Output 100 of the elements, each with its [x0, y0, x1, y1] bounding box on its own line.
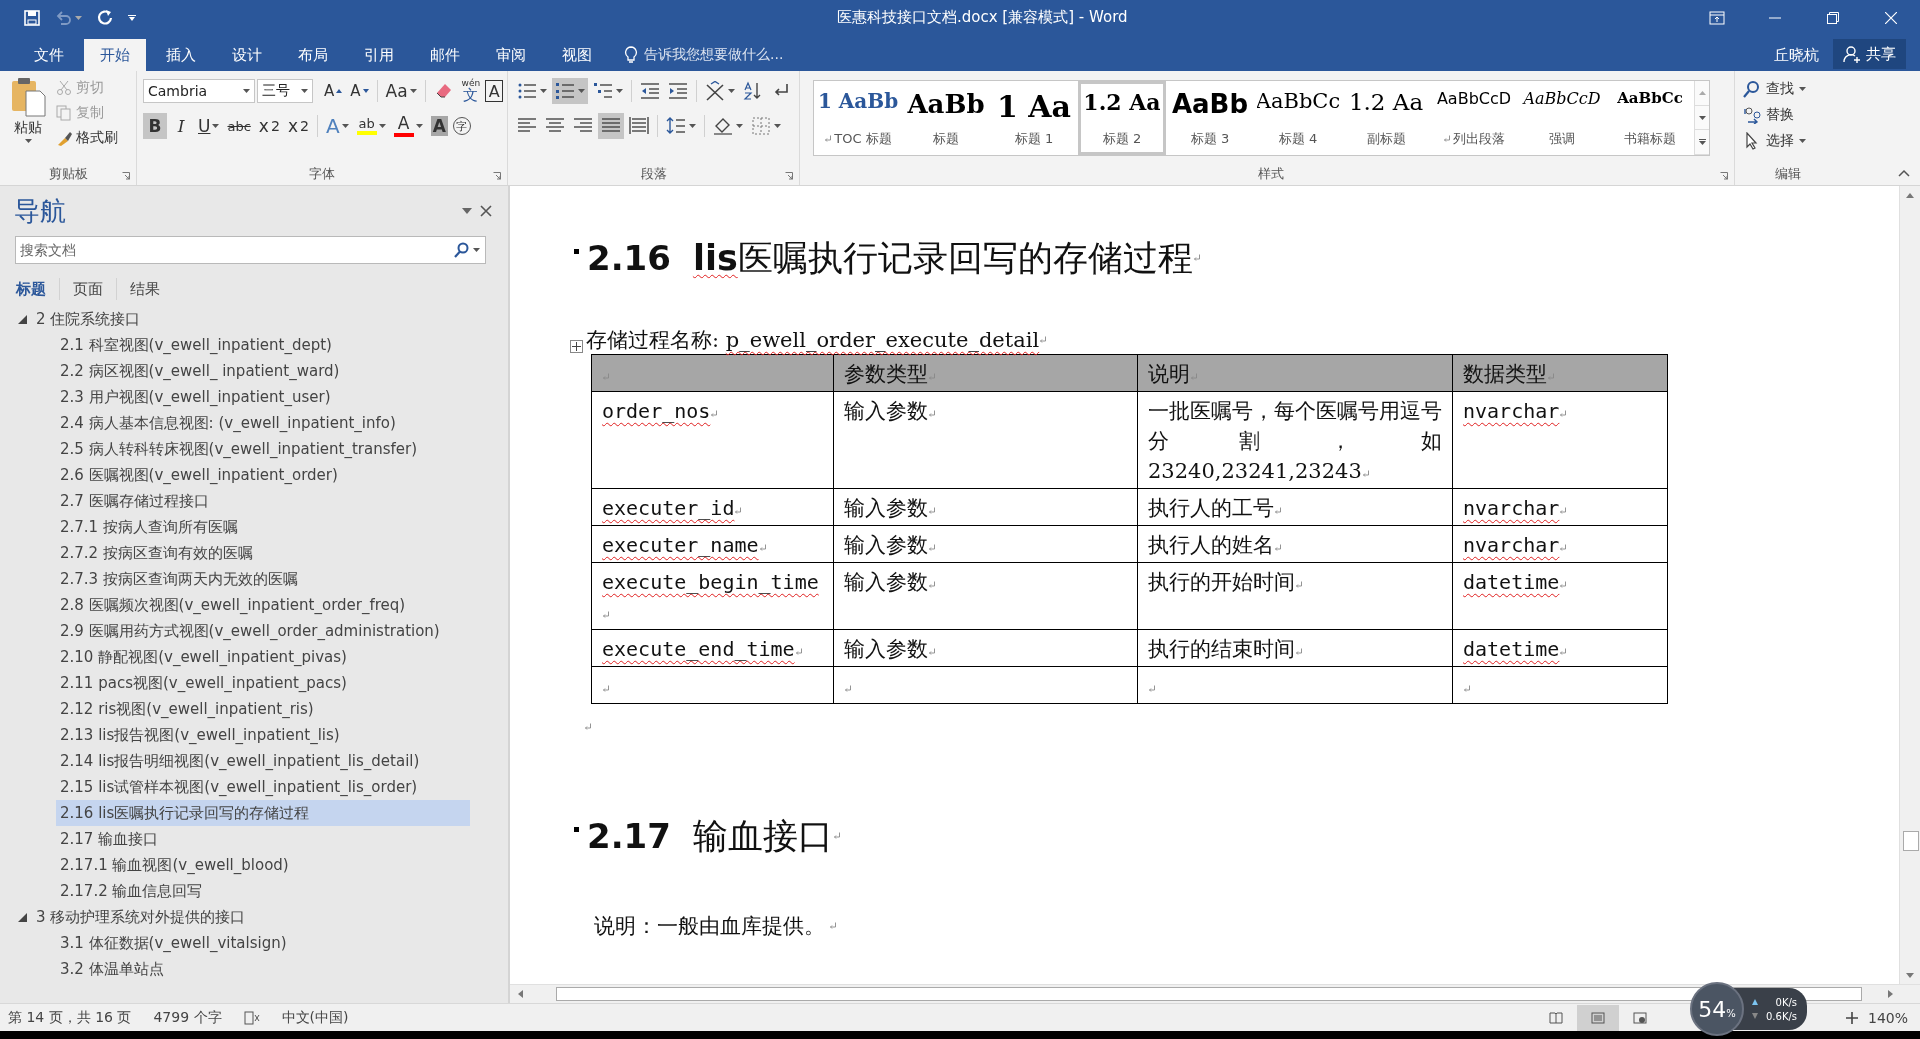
- ribbon-tab[interactable]: 邮件: [414, 39, 476, 71]
- heading-item[interactable]: 2.16 lis医嘱执行记录回写的存储过程: [56, 800, 470, 826]
- heading-item[interactable]: 2.5 病人转科转床视图(v_ewell_inpatient_transfer): [56, 436, 470, 462]
- select-button[interactable]: 选择: [1741, 129, 1808, 153]
- zoom-level[interactable]: 140%: [1867, 1009, 1908, 1026]
- ribbon-tab[interactable]: 开始: [84, 39, 146, 71]
- table-move-handle-icon[interactable]: [570, 340, 583, 353]
- heading-item[interactable]: 2.7.3 按病区查询两天内无效的医嘱: [56, 566, 470, 592]
- ribbon-tab[interactable]: 文件: [18, 39, 80, 71]
- bold-button[interactable]: B: [143, 113, 167, 139]
- caret-icon: [128, 14, 136, 21]
- heading-item[interactable]: 2.8 医嘱频次视图(v_ewell_inpatient_order_freq): [56, 592, 470, 618]
- replace-button[interactable]: 替换: [1741, 103, 1808, 127]
- heading-item[interactable]: 2.17.2 输血信息回写: [56, 878, 470, 904]
- scroll-thumb[interactable]: [1903, 831, 1919, 851]
- view-button[interactable]: [1576, 1004, 1619, 1031]
- ribbon-tab[interactable]: 设计: [216, 39, 278, 71]
- style-item[interactable]: AaBbCcD 列出段落: [1430, 81, 1518, 155]
- heading-item[interactable]: 2.15 lis试管样本视图(v_ewell_inpatient_lis_order): [56, 774, 470, 800]
- heading-item[interactable]: 2.9 医嘱用药方式视图(v_ewell_order_administration): [56, 618, 470, 644]
- heading-item[interactable]: 3.2 体温单站点: [56, 956, 470, 982]
- font-size-field[interactable]: 三号: [257, 79, 313, 103]
- heading-item[interactable]: 2.17 输血接口: [56, 826, 470, 852]
- dialog-launcher-icon[interactable]: [1720, 172, 1728, 180]
- brush-button[interactable]: 格式刷: [54, 127, 120, 149]
- dialog-launcher-icon[interactable]: [493, 172, 501, 180]
- heading-item[interactable]: 2.6 医嘱视图(v_ewell_inpatient_order): [56, 462, 470, 488]
- page-count[interactable]: 第 14 页，共 16 页: [8, 1008, 132, 1027]
- paragraph-mark-icon: [602, 611, 610, 619]
- find-button[interactable]: 查找: [1741, 77, 1808, 101]
- heading-item[interactable]: 2.2 病区视图(v_ewell_ inpatient_ward): [56, 358, 470, 384]
- save-button[interactable]: [24, 9, 40, 26]
- word-count[interactable]: 4799 个字: [153, 1008, 222, 1027]
- style-item[interactable]: 1.2 Aa 标题 2: [1078, 81, 1166, 155]
- font-name-field[interactable]: Cambria: [143, 79, 255, 103]
- heading-item[interactable]: 2 住院系统接口: [36, 306, 141, 332]
- heading-item[interactable]: 2.17.1 输血视图(v_ewell_blood): [56, 852, 470, 878]
- share-button[interactable]: 共享: [1833, 39, 1906, 69]
- pane-tab[interactable]: 标题: [14, 278, 60, 300]
- expanded-triangle-icon[interactable]: [18, 314, 27, 324]
- collapse-icon[interactable]: [1898, 169, 1910, 177]
- heading-item[interactable]: 2.1 科室视图(v_ewell_inpatient_dept): [56, 332, 470, 358]
- tell-me-field[interactable]: 告诉我您想要做什么...: [644, 46, 784, 64]
- shrink-font-button[interactable]: A: [347, 78, 372, 104]
- ribbon-tab[interactable]: 布局: [282, 39, 344, 71]
- change-case-button[interactable]: Aa: [382, 78, 420, 104]
- heading-item[interactable]: 2.14 lis报告明细视图(v_ewell_inpatient_lis_detail): [56, 748, 470, 774]
- style-item[interactable]: 1.2 Aa 副标题: [1342, 81, 1430, 155]
- phonetic-guide-button[interactable]: wén 文: [458, 78, 484, 104]
- network-widget[interactable]: 54% 0K/s 0.6K/s: [1690, 982, 1808, 1036]
- style-item[interactable]: AaBbCcD 强调: [1518, 81, 1606, 155]
- proofing-icon[interactable]: [243, 1010, 260, 1025]
- ribbon-tab[interactable]: 引用: [348, 39, 410, 71]
- heading-item[interactable]: 2.7.2 按病区查询有效的医嘱: [56, 540, 470, 566]
- language[interactable]: 中文(中国): [281, 1008, 349, 1027]
- style-item[interactable]: AaBbCc 书籍标题: [1606, 81, 1694, 155]
- ribbon-tab[interactable]: 视图: [546, 39, 608, 71]
- heading-item[interactable]: 2.12 ris视图(v_ewell_inpatient_ris): [56, 696, 470, 722]
- heading-item[interactable]: 2.7.1 按病人查询所有医嘱: [56, 514, 470, 540]
- heading-item[interactable]: 2.4 病人基本信息视图: (v_ewell_inpatient_info): [56, 410, 470, 436]
- style-item[interactable]: 1 Aa 标题 1: [990, 81, 1078, 155]
- expanded-triangle-icon[interactable]: [18, 912, 27, 922]
- repeat-button[interactable]: [96, 8, 114, 27]
- style-item[interactable]: AaBb 标题: [902, 81, 990, 155]
- heading-item[interactable]: 3.1 体征数据(v_ewell_vitalsign): [56, 930, 470, 956]
- dialog-launcher-icon[interactable]: [122, 172, 130, 180]
- heading-item[interactable]: 3 移动护理系统对外提供的接口: [36, 904, 246, 930]
- font-color-button[interactable]: A: [390, 113, 426, 139]
- more-button[interactable]: [1695, 130, 1709, 155]
- heading-item[interactable]: 2.11 pacs视图(v_ewell_inpatient_pacs): [56, 670, 470, 696]
- user-name[interactable]: 丘晓杭: [1774, 39, 1819, 71]
- highlight-button[interactable]: ab: [353, 113, 389, 139]
- search-field[interactable]: 搜索文档: [15, 236, 486, 264]
- pane-tab[interactable]: 页面: [60, 278, 117, 300]
- ribbon-tab[interactable]: 审阅: [480, 39, 542, 71]
- style-item[interactable]: 1 AaBb TOC 标题: [814, 81, 902, 155]
- table-cell: 执行人的工号: [1137, 488, 1453, 526]
- heading-item[interactable]: 2.13 lis报告视图(v_ewell_inpatient_lis): [56, 722, 470, 748]
- paste-button[interactable]: 粘贴: [6, 77, 50, 163]
- pane-tab[interactable]: 结果: [117, 278, 173, 300]
- search-icon[interactable]: [453, 242, 469, 258]
- heading-item[interactable]: 2.3 用户视图(v_ewell_inpatient_user): [56, 384, 470, 410]
- justify-button[interactable]: [598, 113, 624, 139]
- strikethrough-button[interactable]: abc: [224, 113, 254, 139]
- dialog-launcher-icon[interactable]: [785, 172, 793, 180]
- scroll-down-button[interactable]: [1695, 105, 1709, 131]
- italic-button[interactable]: I: [169, 113, 193, 139]
- numbered-list-button[interactable]: [552, 78, 588, 104]
- grow-font-button[interactable]: A: [321, 78, 346, 104]
- style-item[interactable]: AaBb 标题 3: [1166, 81, 1254, 155]
- ribbon-tab[interactable]: 插入: [150, 39, 212, 71]
- heading-item[interactable]: 2.7 医嘱存储过程接口: [56, 488, 470, 514]
- underline-button[interactable]: U: [195, 113, 223, 139]
- zoom-in-icon[interactable]: [1845, 1011, 1858, 1024]
- repeat-icon: [96, 8, 114, 27]
- customize-button[interactable]: [128, 14, 136, 21]
- heading-item[interactable]: 2.10 静配视图(v_ewell_inpatient_pivas): [56, 644, 470, 670]
- caret-icon: [24, 139, 32, 143]
- text-effects-button[interactable]: A: [323, 113, 352, 139]
- character-border-button[interactable]: A: [485, 80, 504, 102]
